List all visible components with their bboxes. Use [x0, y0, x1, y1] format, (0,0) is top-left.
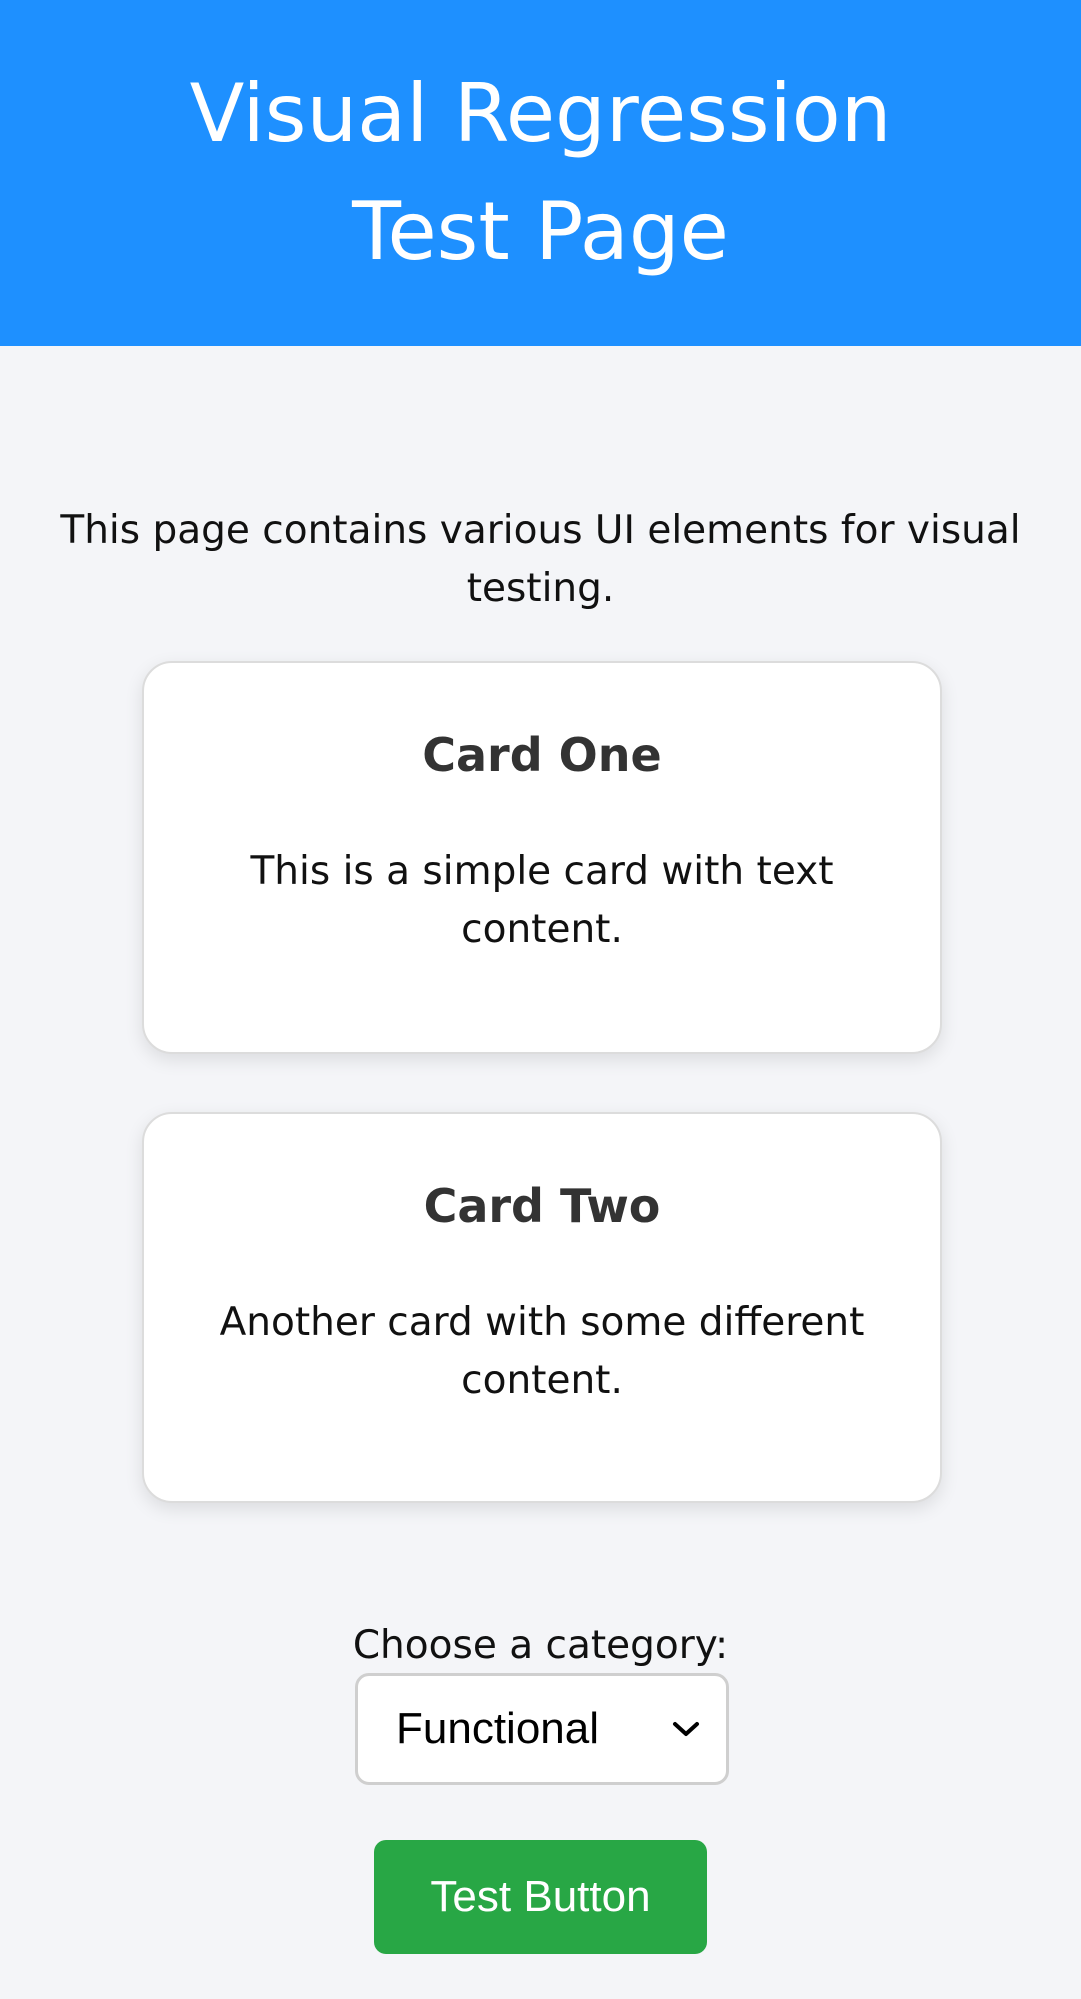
card-two: Card Two Another card with some differen… [142, 1112, 942, 1503]
intro-text: This page contains various UI elements f… [60, 508, 1021, 611]
page-header: Visual Regression Test Page [0, 0, 1081, 346]
card-one: Card One This is a simple card with text… [142, 661, 942, 1054]
card-body: This is a simple card with text content. [250, 849, 834, 952]
card-title: Card One [422, 728, 662, 782]
test-button[interactable]: Test Button [374, 1840, 707, 1954]
category-select-label: Choose a category: [352, 1623, 729, 1668]
card-body: Another card with some different content… [219, 1300, 865, 1403]
page-title: Visual Regression Test Page [189, 67, 892, 278]
card-title: Card Two [423, 1179, 661, 1233]
chevron-down-icon [656, 1699, 716, 1759]
category-select[interactable]: Functional [355, 1673, 729, 1785]
category-select-value: Functional [396, 1704, 600, 1753]
